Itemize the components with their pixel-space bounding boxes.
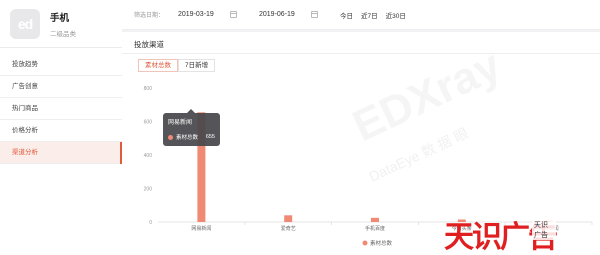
legend-label: 素材总数 <box>370 239 393 247</box>
app-logo-icon: ed <box>10 8 40 39</box>
sidebar-item-channel[interactable]: 渠道分析 <box>0 142 122 164</box>
bar <box>284 215 293 222</box>
category-title: 手机 <box>50 12 70 24</box>
y-tick-label: 0 <box>149 220 152 226</box>
calendar-icon[interactable] <box>311 11 318 18</box>
start-date-picker[interactable]: 2019-03-19 <box>178 11 251 18</box>
series-dot-icon <box>168 134 173 140</box>
y-tick-label: 200 <box>144 187 153 193</box>
watermark-logo: 天识广告 天识广告 <box>444 212 558 255</box>
start-date-value[interactable]: 2019-03-19 <box>178 11 228 18</box>
watermark-logo-small: 天识广告 <box>532 220 556 240</box>
calendar-icon[interactable] <box>230 11 237 18</box>
sidebar-item-hot-products[interactable]: 热门商品 <box>0 98 122 120</box>
x-tick-label: 网易新闻 <box>191 225 211 232</box>
y-tick-label: 800 <box>144 86 153 92</box>
sidebar-item-trend[interactable]: 投放趋势 <box>0 54 122 76</box>
quick-30days[interactable]: 近30日 <box>386 10 406 20</box>
x-tick-label: 手机百度 <box>365 225 385 232</box>
x-tick-label: 爱奇艺 <box>281 225 296 232</box>
end-date-value[interactable]: 2019-06-19 <box>259 11 309 18</box>
category-subtitle: 二级品类 <box>50 30 76 38</box>
sidebar-nav: 投放趋势 广告创意 热门商品 价格分析 渠道分析 <box>0 54 122 164</box>
quick-7days[interactable]: 近7日 <box>361 10 378 20</box>
y-tick-label: 600 <box>144 120 153 126</box>
chart-watermark: EDXray <box>346 40 509 151</box>
y-tick-label: 400 <box>144 153 153 159</box>
bar <box>371 217 379 222</box>
sidebar: ed 手机 二级品类 投放趋势 广告创意 热门商品 价格分析 渠道分析 <box>0 0 122 255</box>
legend-marker-icon <box>362 240 368 246</box>
brand-header: ed 手机 二级品类 <box>0 0 122 48</box>
filter-label: 筛选日期： <box>134 13 165 19</box>
sidebar-item-price[interactable]: 价格分析 <box>0 120 122 142</box>
quick-today[interactable]: 今日 <box>340 10 353 20</box>
chart-tooltip: 网易新闻 素材总数 655 <box>163 109 220 146</box>
tooltip-title: 网易新闻 <box>168 120 193 126</box>
tooltip-series: 素材总数 <box>176 135 199 141</box>
end-date-picker[interactable]: 2019-06-19 <box>259 11 332 18</box>
tooltip-value: 655 <box>205 134 215 140</box>
date-filter-bar: 筛选日期： 2019-03-19 2019-06-19 今日 近7日 近30日 <box>122 0 600 30</box>
sidebar-item-creative[interactable]: 广告创意 <box>0 76 122 98</box>
